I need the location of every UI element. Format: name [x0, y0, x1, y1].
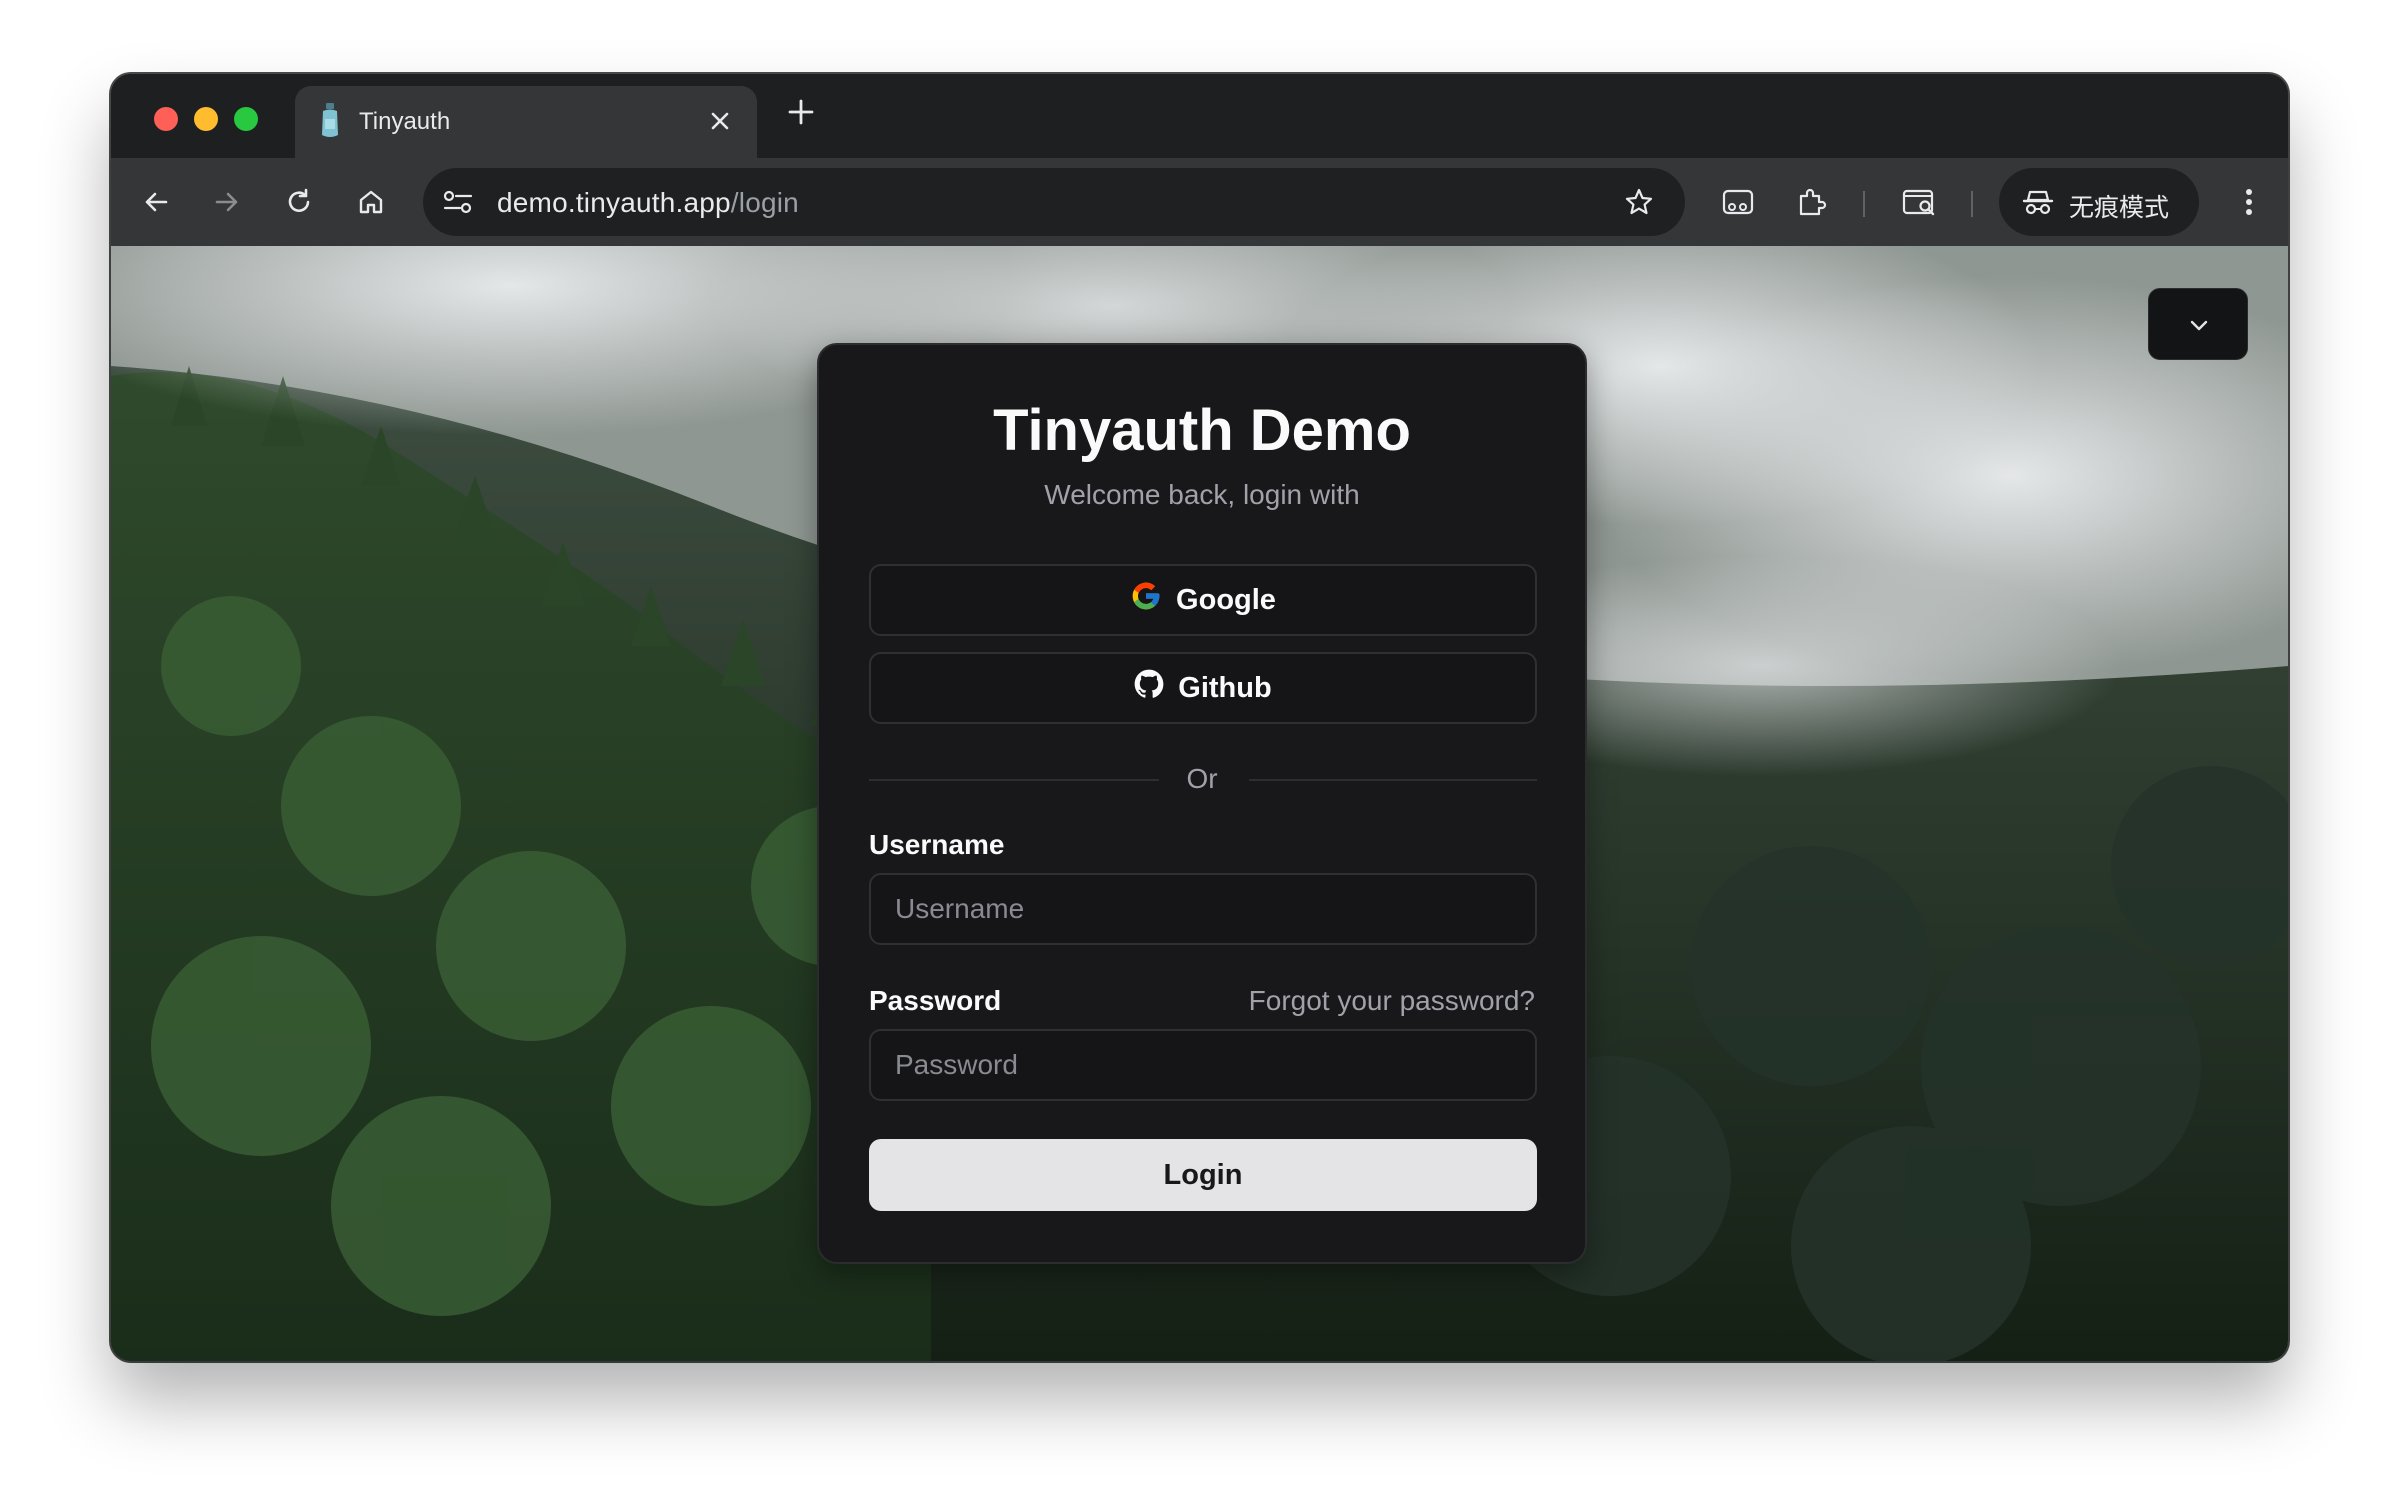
- google-login-button[interactable]: Google: [869, 564, 1537, 636]
- login-button[interactable]: Login: [869, 1139, 1537, 1211]
- incognito-icon: [2021, 186, 2055, 223]
- tab-search-icon[interactable]: [1901, 186, 1935, 218]
- forward-arrow-icon[interactable]: [211, 186, 243, 218]
- github-icon: [1134, 669, 1164, 707]
- login-card: Tinyauth Demo Welcome back, login with G…: [817, 343, 1587, 1264]
- or-divider: Or: [1186, 763, 1218, 794]
- close-window-button[interactable]: [154, 107, 178, 131]
- toolbar-separator: [1863, 191, 1865, 217]
- bookmark-star-icon[interactable]: [1623, 186, 1655, 223]
- maximize-window-button[interactable]: [234, 107, 258, 131]
- minimize-window-button[interactable]: [194, 107, 218, 131]
- github-login-button[interactable]: Github: [869, 652, 1537, 724]
- password-label: Password: [869, 985, 1002, 1016]
- forgot-password-link[interactable]: Forgot your password?: [1249, 985, 1535, 1017]
- url-path: /login: [730, 187, 799, 218]
- login-subtitle: Welcome back, login with: [1044, 479, 1360, 510]
- incognito-label: 无痕模式: [2069, 193, 2170, 222]
- home-icon[interactable]: [355, 186, 387, 218]
- username-label: Username: [869, 829, 1005, 860]
- active-tab[interactable]: Tinyauth: [295, 86, 757, 158]
- tab-title: Tinyauth: [359, 108, 451, 135]
- extensions-puzzle-icon[interactable]: [1795, 186, 1827, 218]
- new-tab-icon[interactable]: [785, 96, 817, 133]
- screenshot-stage: Tinyauth demo.tinyauth.app/login 无痕模式 Ti…: [0, 0, 2398, 1510]
- bottle-favicon-icon: [317, 101, 343, 146]
- url-host: demo.tinyauth.app: [497, 187, 731, 218]
- reload-icon[interactable]: [283, 186, 315, 218]
- page-title: Tinyauth Demo: [993, 398, 1411, 463]
- browser-window: Tinyauth demo.tinyauth.app/login 无痕模式 Ti…: [111, 74, 2288, 1361]
- browser-toolbar: demo.tinyauth.app/login 无痕模式: [111, 158, 2288, 246]
- theme-toggle-button[interactable]: [2148, 288, 2248, 360]
- toolbar-separator: [1971, 191, 1973, 217]
- username-input[interactable]: [869, 873, 1537, 945]
- page-viewport: Tinyauth Demo Welcome back, login with G…: [111, 246, 2288, 1361]
- url-text: demo.tinyauth.app/login: [497, 187, 799, 219]
- close-tab-icon[interactable]: [705, 106, 735, 141]
- password-input[interactable]: [869, 1029, 1537, 1101]
- tab-strip: Tinyauth: [111, 74, 2288, 158]
- address-bar[interactable]: demo.tinyauth.app/login: [423, 168, 1685, 236]
- github-button-label: Github: [1178, 671, 1272, 704]
- reading-mode-icon[interactable]: [1721, 186, 1754, 218]
- site-settings-icon[interactable]: [441, 186, 475, 223]
- google-icon: [1130, 580, 1162, 620]
- back-arrow-icon[interactable]: [140, 186, 172, 218]
- incognito-indicator[interactable]: 无痕模式: [1999, 168, 2199, 236]
- google-button-label: Google: [1176, 583, 1276, 616]
- more-menu-icon[interactable]: [2239, 186, 2271, 218]
